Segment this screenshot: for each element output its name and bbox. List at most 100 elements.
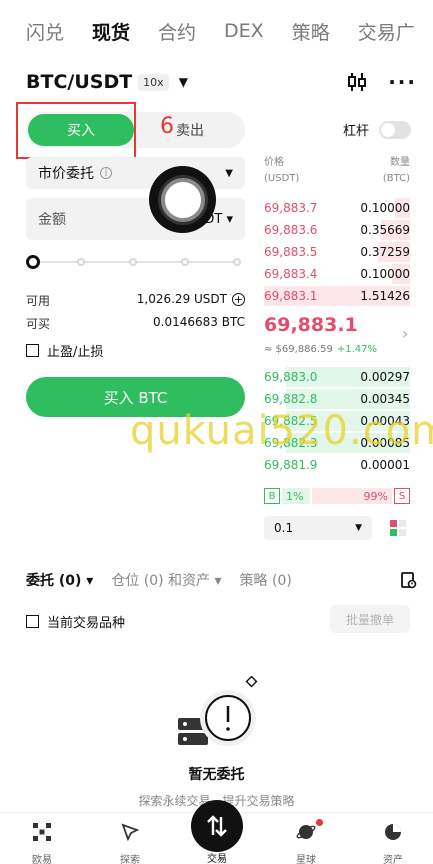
row-qty: 0.37259 [360, 245, 410, 259]
row-price: 69,883.7 [264, 201, 318, 215]
row-price: 69,883.0 [264, 370, 318, 384]
order-history-icon[interactable] [399, 571, 417, 589]
row-qty: 0.00001 [360, 458, 410, 472]
tab-positions-assets[interactable]: 仓位 (0) 和资产 ▾ [111, 570, 221, 590]
row-price: 69,881.9 [264, 458, 318, 472]
tab-trading-plaza[interactable]: 交易广 [358, 18, 415, 45]
buy-btc-button[interactable]: 买入 BTC [26, 377, 245, 417]
orderbook-header: 价格 (USDT) 数量 (BTC) [264, 155, 410, 187]
nav-planet[interactable]: 星球 [276, 813, 336, 864]
row-price: 69,883.6 [264, 223, 318, 237]
qty-unit: (BTC) [382, 173, 410, 184]
can-buy-label: 可买 [26, 317, 51, 331]
ask-row[interactable]: 69,883.4 0.10000 [264, 263, 410, 285]
empty-orders-illustration [178, 676, 258, 746]
can-buy-value: 0.0146683 BTC [153, 315, 245, 329]
notification-dot [316, 819, 323, 826]
chevron-right-icon[interactable]: › [402, 324, 408, 343]
nav-trade-label: 交易 [207, 854, 227, 864]
row-qty: 0.00297 [360, 370, 410, 384]
tab-futures[interactable]: 合约 [158, 18, 196, 45]
row-price: 69,882.5 [264, 414, 318, 428]
amount-placeholder: 金额 [38, 212, 66, 228]
tp-sl-checkbox-row[interactable]: 止盈/止损 [26, 341, 103, 360]
bid-row[interactable]: 69,881.9 0.00001 [264, 454, 410, 476]
nav-label: 星球 [296, 855, 316, 864]
tab-spot[interactable]: 现货 [92, 18, 130, 45]
row-price: 69,883.1 [264, 289, 318, 303]
amount-slider[interactable] [26, 254, 245, 270]
row-qty: 0.00345 [360, 392, 410, 406]
row-price: 69,883.4 [264, 267, 318, 281]
slider-handle[interactable] [26, 255, 40, 269]
more-icon[interactable]: ··· [388, 70, 417, 94]
tab-convert[interactable]: 闪兑 [26, 18, 64, 45]
bid-row[interactable]: 69,882.8 0.00345 [264, 388, 410, 410]
row-price: 69,883.5 [264, 245, 318, 259]
current-pair-label: 当前交易品种 [47, 616, 126, 631]
planet-icon [296, 825, 316, 839]
ask-row[interactable]: 69,883.6 0.35669 [264, 219, 410, 241]
bid-row[interactable]: 69,882.5 0.00043 [264, 410, 410, 432]
empty-title: 暂无委托 [188, 767, 245, 783]
nav-explore[interactable]: 探索 [100, 813, 160, 864]
tp-sl-label: 止盈/止损 [47, 345, 104, 360]
buy-ratio: 1% [282, 488, 310, 504]
leverage-toggle[interactable] [379, 120, 412, 139]
precision-value: 0.1 [274, 521, 294, 535]
buy-sell-ratio: B 1% 99% S [264, 487, 410, 505]
order-type-value: 市价委托 [38, 166, 94, 182]
tab-strategies[interactable]: 策略 (0) [240, 570, 292, 590]
precision-select[interactable]: 0.1 ▼ [264, 516, 372, 540]
row-qty: 0.10000 [360, 201, 410, 215]
qty-header: 数量 [390, 157, 410, 168]
current-pair-checkbox-row[interactable]: 当前交易品种 [26, 612, 125, 631]
can-buy-row: 可买 0.0146683 BTC [26, 315, 245, 332]
add-funds-icon[interactable]: + [232, 293, 245, 306]
bid-row[interactable]: 69,883.0 0.00297 [264, 366, 410, 388]
leverage-badge: 10x [138, 73, 169, 91]
tab-open-orders[interactable]: 委托 (0) ▾ [26, 570, 93, 590]
row-qty: 0.00043 [360, 414, 410, 428]
pair-name[interactable]: BTC/USDT [26, 71, 132, 93]
row-qty: 0.35669 [360, 223, 410, 237]
sell-tab[interactable]: 卖出 [176, 114, 204, 146]
nav-assets[interactable]: 资产 [363, 813, 423, 864]
row-qty: 1.51426 [360, 289, 410, 303]
order-tabs: 委托 (0) ▾ 仓位 (0) 和资产 ▾ 策略 (0) [26, 570, 417, 590]
buy-ratio-badge: B [264, 488, 280, 504]
orderbook-layout-icon[interactable] [388, 518, 408, 538]
available-value: 1,026.29 USDT + [136, 292, 245, 306]
tp-sl-checkbox[interactable] [26, 344, 39, 357]
bid-row[interactable]: 69,882.3 0.00085 [264, 432, 410, 454]
nav-label: 资产 [383, 855, 403, 864]
sell-ratio-badge: S [394, 488, 410, 504]
caret-down-icon[interactable]: ▼ [179, 75, 188, 89]
loading-spinner [149, 166, 216, 233]
available-label: 可用 [26, 294, 51, 308]
row-price: 69,882.3 [264, 436, 318, 450]
last-price-usd: ≈ $69,886.59 +1.47% [264, 344, 377, 355]
step-number: 6 [160, 114, 174, 139]
row-qty: 0.10000 [360, 267, 410, 281]
available-row: 可用 1,026.29 USDT + [26, 292, 245, 309]
nav-label: 探索 [120, 855, 140, 864]
last-price: 69,883.1 [264, 314, 358, 336]
leverage-label: 杠杆 [343, 124, 370, 139]
ask-row[interactable]: 69,883.7 0.10000 [264, 197, 410, 219]
ask-row[interactable]: 69,883.5 0.37259 [264, 241, 410, 263]
tab-dex[interactable]: DEX [224, 20, 264, 42]
pair-header: BTC/USDT 10x ▼ ··· [26, 66, 417, 98]
leverage-toggle-row: 杠杆 [343, 120, 412, 139]
batch-cancel-button[interactable]: 批量撤单 [330, 605, 410, 633]
price-change: +1.47% [336, 344, 377, 355]
info-icon[interactable]: i [100, 167, 112, 179]
nav-okx[interactable]: 欧易 [12, 813, 72, 864]
tab-strategy[interactable]: 策略 [292, 18, 330, 45]
pie-chart-icon [385, 824, 401, 840]
ask-row[interactable]: 69,883.1 1.51426 [264, 285, 410, 307]
okx-logo-icon [33, 823, 51, 841]
current-pair-checkbox[interactable] [26, 615, 39, 628]
nav-trade-button[interactable] [191, 800, 243, 852]
candlestick-chart-icon[interactable] [346, 71, 368, 93]
